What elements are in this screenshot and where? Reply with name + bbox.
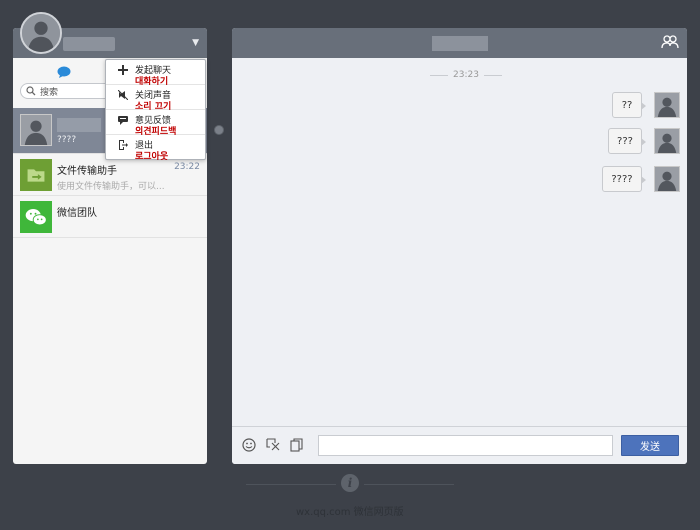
panel-handle-dot[interactable] [214,125,224,135]
menu-item-start-chat[interactable]: 发起聊天 대화하기 [106,60,205,87]
person-silhouette-icon [21,115,51,145]
screenshot-scissors-icon[interactable] [266,438,280,452]
time-divider: 23:23 [430,69,502,81]
members-icon[interactable] [661,35,679,49]
emoji-icon[interactable] [242,438,256,452]
my-nickname-blurred [63,37,115,51]
message-input[interactable] [318,435,613,456]
search-box[interactable]: 搜索 [20,83,114,99]
menu-item-feedback[interactable]: 意见反馈 의견피드백 [106,110,205,137]
my-message-avatar[interactable] [654,92,680,118]
file-transfer-avatar [20,159,52,191]
message-row: ?? [610,92,680,120]
folder-arrow-icon [21,160,51,190]
chat-title-blurred [432,36,488,51]
person-silhouette-icon [655,129,679,153]
message-row: ??? [606,128,680,156]
chat-panel: 23:23 ?? ??? ???? 发送 [232,28,687,464]
conversation-name: 微信团队 [57,208,97,219]
conversation-preview: ???? [57,135,77,145]
chat-header [232,28,687,58]
left-header: ▼ [13,12,207,58]
time-divider-text: 23:23 [453,70,479,80]
my-avatar[interactable] [20,12,62,54]
message-bubble[interactable]: ??? [608,128,646,154]
search-icon [26,86,36,96]
menu-item-mute[interactable]: 关闭声音 소리 끄기 [106,85,205,112]
contact-avatar [20,114,52,146]
message-bubble[interactable]: ?? [612,92,646,118]
plus-icon [118,65,128,75]
chat-bubble-icon[interactable] [57,66,71,78]
conversation-preview: 使用文件传输助手，可以... [57,182,165,192]
divider-line [430,74,449,76]
account-dropdown-menu: 发起聊天 대화하기 关闭声音 소리 끄기 意见反馈 의견피드백 退出 로그아웃 [105,59,206,162]
wechat-team-avatar [20,201,52,233]
search-placeholder: 搜索 [40,87,59,98]
person-silhouette-icon [22,14,60,52]
conversation-time: 23:22 [174,162,200,172]
divider-line [483,74,502,76]
my-message-avatar[interactable] [654,166,680,192]
menu-item-korean-annotation: 로그아웃 [135,152,169,162]
footer-brand-text: wx.qq.com 微信网页版 [296,507,404,518]
person-silhouette-icon [655,167,679,191]
contact-name-blurred [57,118,101,132]
conversation-item[interactable]: 微信团队 [13,196,207,238]
send-button[interactable]: 发送 [621,435,679,456]
file-attach-icon[interactable] [290,438,304,452]
person-silhouette-icon [655,93,679,117]
message-row: ???? [600,166,680,194]
feedback-icon [118,116,128,125]
menu-toggle-caret-icon[interactable]: ▼ [192,38,199,48]
footer-divider-left [246,484,336,485]
mute-icon [118,90,128,100]
menu-item-logout[interactable]: 退出 로그아웃 [106,135,205,162]
conversation-item[interactable]: 文件传输助手 23:22 使用文件传输助手，可以... [13,154,207,196]
wechat-logo-icon [21,202,51,232]
footer-divider-right [364,484,454,485]
conversation-name: 文件传输助手 [57,166,117,177]
my-message-avatar[interactable] [654,128,680,154]
info-icon[interactable]: i [341,474,359,492]
chat-input-bar: 发送 [232,426,687,464]
logout-icon [119,140,128,150]
message-bubble[interactable]: ???? [602,166,646,192]
